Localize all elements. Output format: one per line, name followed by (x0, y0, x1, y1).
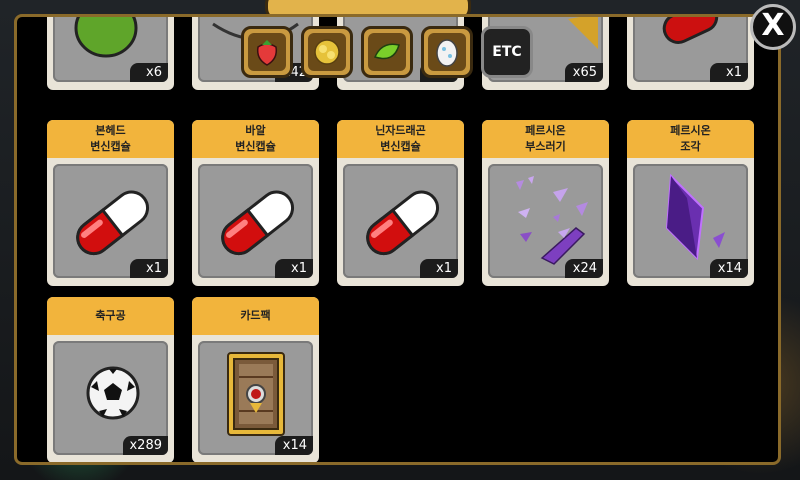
purple-crystal-icon (665, 173, 725, 261)
item-count: x1 (275, 259, 313, 278)
item-name-line2: 조각 (680, 140, 701, 153)
inventory-slot[interactable]: x6 (47, 17, 174, 90)
inventory-slot-ninjadragon-capsule[interactable]: 닌자드래곤변신캡슐 x1 (337, 120, 464, 286)
item-count: x6 (130, 63, 168, 82)
item-count: x289 (123, 436, 168, 455)
strawberry-icon (256, 40, 278, 66)
item-name: 본헤드변신캡슐 (47, 120, 174, 158)
item-name-line1: 페르시온 (525, 124, 566, 137)
inventory-slot-baal-capsule[interactable]: 바알변신캡슐 x1 (192, 120, 319, 286)
item-count: x14 (710, 259, 748, 278)
close-button[interactable]: X (750, 4, 796, 50)
egg-icon (436, 39, 458, 67)
red-capsule-icon (662, 17, 719, 44)
red-capsule-icon (221, 190, 295, 256)
red-capsule-icon (76, 190, 150, 256)
inventory-slot-card-pack[interactable]: 카드팩 x14 (192, 297, 319, 462)
item-name: 바알변신캡슐 (192, 120, 319, 158)
item-name-line1: 축구공 (95, 309, 126, 322)
item-name: 축구공 (47, 297, 174, 335)
inventory-slot-persion-piece[interactable]: 페르시온조각 x14 (627, 120, 754, 286)
red-capsule-icon (366, 190, 440, 256)
item-count: x24 (565, 259, 603, 278)
inventory-slot-persion-fragments[interactable]: 페르시온부스러기 x24 (482, 120, 609, 286)
item-name-line1: 바알 (245, 124, 266, 137)
tab-gold[interactable] (301, 26, 353, 78)
card-pack-icon (227, 352, 285, 436)
tab-etc-label: ETC (492, 44, 522, 60)
crystal-shards-icon (516, 176, 588, 265)
item-name-line1: 닌자드래곤 (375, 124, 426, 137)
item-name-line1: 본헤드 (95, 124, 126, 137)
tab-fruit[interactable] (241, 26, 293, 78)
inventory-slot[interactable]: x1 (627, 17, 754, 90)
category-tabs: ETC (241, 26, 533, 78)
item-name-line2: 변신캡슐 (90, 140, 131, 153)
item-count: x14 (275, 436, 313, 455)
tab-leaf[interactable] (361, 26, 413, 78)
item-name: 페르시온조각 (627, 120, 754, 158)
gold-coins-icon (314, 39, 340, 65)
item-count: x65 (565, 63, 603, 82)
item-count: x1 (710, 63, 748, 82)
item-name: 페르시온부스러기 (482, 120, 609, 158)
green-potion-icon (74, 17, 138, 58)
item-name: 닌자드래곤변신캡슐 (337, 120, 464, 158)
item-name-line1: 페르시온 (670, 124, 711, 137)
inventory-panel: x6 x42 x37 x65 x1 본헤드변신캡슐 (14, 14, 781, 465)
item-name-line2: 부스러기 (525, 140, 566, 153)
item-name-line2: 변신캡슐 (380, 140, 421, 153)
tab-egg[interactable] (421, 26, 473, 78)
gold-item-icon (568, 17, 598, 49)
tab-etc[interactable]: ETC (481, 26, 533, 78)
inventory-slot-bonehead-capsule[interactable]: 본헤드변신캡슐 x1 (47, 120, 174, 286)
soccer-ball-icon (86, 366, 140, 420)
item-name-line2: 변신캡슐 (235, 140, 276, 153)
green-leaf-icon (373, 43, 400, 60)
item-name: 카드팩 (192, 297, 319, 335)
item-count: x1 (130, 259, 168, 278)
item-name-line1: 카드팩 (240, 309, 271, 322)
close-icon: X (761, 8, 785, 43)
inventory-slot-soccer-ball[interactable]: 축구공 x289 (47, 297, 174, 462)
item-count: x1 (420, 259, 458, 278)
